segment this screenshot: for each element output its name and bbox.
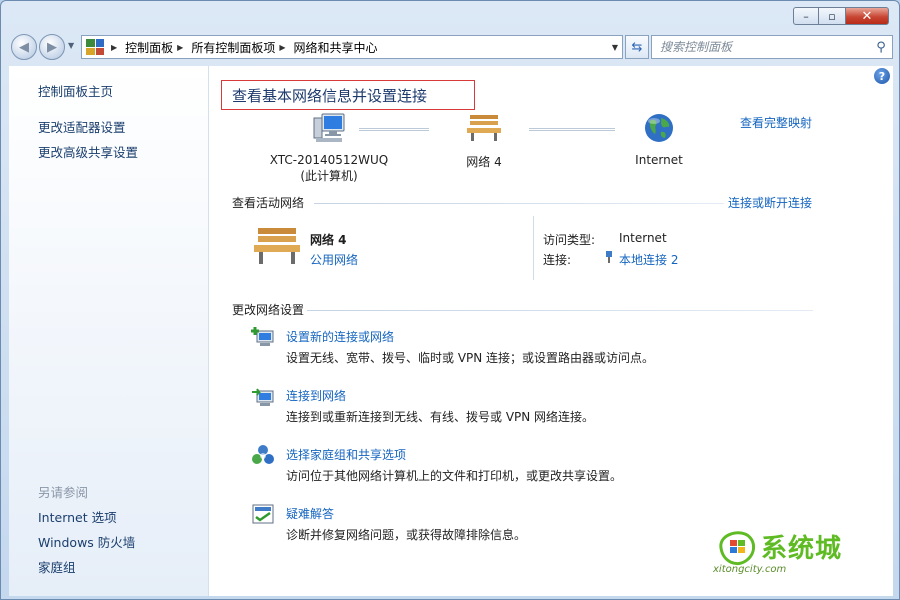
connection-label: 连接:: [543, 253, 572, 267]
computer-sub-label: (此计算机): [300, 169, 358, 183]
address-bar[interactable]: ▶ 控制面板 ▶ 所有控制面板项 ▶ 网络和共享中心 ▼: [81, 35, 623, 59]
breadcrumb-control-panel[interactable]: 控制面板: [125, 39, 173, 56]
watermark-logo-icon: [719, 531, 755, 565]
task-desc: 连接到或重新连接到无线、有线、拨号或 VPN 网络连接。: [286, 410, 595, 424]
main-panel: ? 查看基本网络信息并设置连接 XTC-20140512WUQ (此计算机) 网…: [209, 66, 893, 596]
search-icon[interactable]: ⚲: [870, 40, 892, 55]
access-type-label: 访问类型:: [543, 233, 596, 247]
network-name: 网络 4: [466, 155, 502, 169]
window: – ▫ ✕ ◀ ▶ ▼ ▶ 控制面板 ▶ 所有控制面板项 ▶ 网络和共享中心 ▼…: [0, 0, 900, 600]
full-map-link[interactable]: 查看完整映射: [740, 114, 812, 131]
internet-label: Internet: [635, 153, 683, 167]
vertical-divider: [533, 216, 534, 280]
active-network-name: 网络 4: [310, 233, 347, 247]
map-connector: [529, 128, 615, 131]
back-button[interactable]: ◀: [11, 34, 37, 60]
watermark-subtext: xitongcity.com: [713, 564, 787, 575]
task-desc: 设置无线、宽带、拨号、临时或 VPN 连接；或设置路由器或访问点。: [286, 351, 655, 365]
chevron-right-icon[interactable]: ▶: [279, 43, 285, 52]
homegroup-icon: [252, 445, 274, 464]
globe-icon: [645, 114, 673, 142]
close-button[interactable]: ✕: [845, 7, 889, 25]
task-troubleshoot[interactable]: 疑难解答: [286, 505, 334, 522]
sidebar-item-homegroup[interactable]: 家庭组: [38, 557, 76, 576]
client-area: 控制面板主页 更改适配器设置 更改高级共享设置 另请参阅 Internet 选项…: [9, 66, 893, 596]
breadcrumb-network-center[interactable]: 网络和共享中心: [294, 39, 378, 56]
connect-network-icon: [252, 388, 274, 406]
search-input[interactable]: [660, 40, 870, 54]
computer-icon: [313, 113, 345, 142]
sidebar-item-internet-options[interactable]: Internet 选项: [38, 507, 117, 526]
see-also-heading: 另请参阅: [38, 485, 89, 500]
bench-icon: [467, 115, 501, 141]
section-divider: [307, 310, 813, 311]
forward-arrow-icon: ▶: [47, 39, 57, 55]
map-node-computer[interactable]: XTC-20140512WUQ (此计算机): [269, 112, 389, 184]
sidebar-item-windows-firewall[interactable]: Windows 防火墙: [38, 532, 135, 551]
network-type-link[interactable]: 公用网络: [310, 251, 358, 268]
sidebar: 控制面板主页 更改适配器设置 更改高级共享设置 另请参阅 Internet 选项…: [9, 66, 209, 596]
forward-button[interactable]: ▶: [39, 34, 65, 60]
minimize-button[interactable]: –: [793, 7, 819, 25]
ethernet-icon: [606, 251, 612, 263]
maximize-button[interactable]: ▫: [819, 7, 845, 25]
breadcrumb-all-items[interactable]: 所有控制面板项: [191, 39, 275, 56]
section-divider: [314, 203, 724, 204]
task-desc: 诊断并修复网络问题，或获得故障排除信息。: [286, 528, 527, 542]
task-homegroup-sharing[interactable]: 选择家庭组和共享选项: [286, 446, 406, 463]
task-connect-to-network[interactable]: 连接到网络: [286, 387, 346, 404]
back-arrow-icon: ◀: [19, 39, 29, 55]
refresh-icon: ⇆: [631, 39, 643, 55]
sidebar-item-control-panel-home[interactable]: 控制面板主页: [38, 81, 113, 100]
search-box[interactable]: ⚲: [651, 35, 893, 59]
address-dropdown-icon[interactable]: ▼: [612, 43, 618, 52]
sidebar-item-advanced-sharing[interactable]: 更改高级共享设置: [38, 142, 138, 161]
title-highlight-box: 查看基本网络信息并设置连接: [221, 80, 475, 110]
caption-buttons: – ▫ ✕: [793, 7, 889, 25]
site-watermark: 系统城 xitongcity.com: [711, 526, 871, 582]
watermark-text: 系统城: [761, 534, 843, 564]
task-desc: 访问位于其他网络计算机上的文件和打印机，或更改共享设置。: [286, 469, 623, 483]
new-connection-icon: [251, 327, 274, 346]
navigation-bar: ◀ ▶ ▼ ▶ 控制面板 ▶ 所有控制面板项 ▶ 网络和共享中心 ▼ ⇆ ⚲: [9, 33, 893, 61]
access-type-value: Internet: [619, 231, 667, 245]
computer-name: XTC-20140512WUQ: [269, 153, 389, 167]
chevron-right-icon[interactable]: ▶: [111, 43, 117, 52]
recent-pages-dropdown[interactable]: ▼: [68, 41, 74, 50]
chevron-right-icon[interactable]: ▶: [177, 43, 183, 52]
active-networks-heading: 查看活动网络: [232, 196, 305, 210]
refresh-button[interactable]: ⇆: [625, 35, 649, 59]
connect-disconnect-link[interactable]: 连接或断开连接: [728, 194, 812, 211]
sidebar-item-adapter-settings[interactable]: 更改适配器设置: [38, 117, 126, 136]
map-node-network[interactable]: 网络 4: [444, 112, 524, 170]
task-setup-new-connection[interactable]: 设置新的连接或网络: [286, 328, 394, 345]
control-panel-icon: [86, 39, 104, 55]
local-connection-link[interactable]: 本地连接 2: [619, 251, 678, 268]
help-icon[interactable]: ?: [874, 68, 890, 84]
page-title: 查看基本网络信息并设置连接: [232, 86, 428, 105]
map-connector: [359, 128, 429, 131]
troubleshoot-icon: [252, 504, 274, 524]
bench-icon: [254, 228, 300, 264]
map-node-internet[interactable]: Internet: [619, 112, 699, 167]
change-settings-heading: 更改网络设置: [232, 303, 305, 317]
